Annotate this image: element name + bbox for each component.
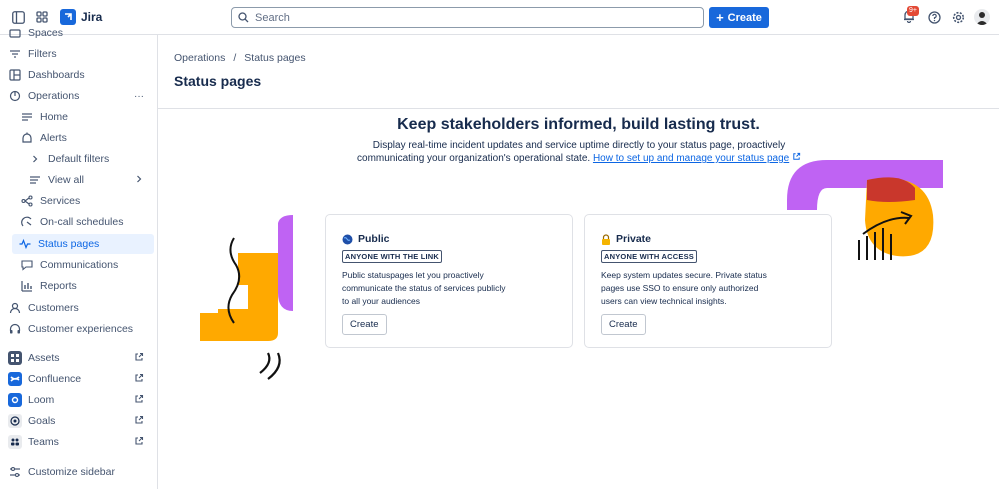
sidebar-item-assets[interactable]: Assets: [8, 348, 60, 368]
globe-icon: [342, 234, 353, 244]
search-input[interactable]: [255, 11, 675, 24]
headset-icon: [8, 322, 22, 336]
card-description: Public statuspages let you proactively c…: [342, 270, 506, 306]
sidebar-item-communications[interactable]: Communications: [20, 255, 118, 275]
sidebar-item-home[interactable]: Home: [20, 107, 68, 127]
breadcrumb: Operations / Status pages: [174, 52, 306, 64]
sidebar-item-loom[interactable]: Loom: [8, 390, 54, 410]
search-box[interactable]: [231, 7, 704, 28]
app-name: Jira: [81, 10, 103, 24]
list-icon: [28, 173, 42, 187]
hero-title: Keep stakeholders informed, build lastin…: [397, 116, 760, 133]
setup-help-link[interactable]: How to set up and manage your status pag…: [593, 153, 789, 164]
notification-badge: 9+: [907, 6, 919, 16]
services-icon: [20, 194, 34, 208]
jira-logo[interactable]: Jira: [60, 9, 102, 25]
public-status-page-card: Public ANYONE WITH THE LINK Public statu…: [325, 214, 573, 348]
more-options-icon[interactable]: ···: [134, 91, 144, 102]
external-link-icon[interactable]: [134, 394, 144, 404]
sidebar-item-filters[interactable]: Filters: [8, 44, 57, 64]
top-navigation-bar: Jira + Create 9+: [0, 0, 999, 35]
customize-icon: [8, 465, 22, 479]
create-public-page-button[interactable]: Create: [342, 314, 387, 335]
sidebar-item-teams[interactable]: Teams: [8, 432, 59, 452]
filter-icon: [8, 47, 22, 61]
goals-app-icon: [8, 414, 22, 428]
private-status-page-card: Private ANYONE WITH ACCESS Keep system u…: [584, 214, 832, 348]
sidebar-item-customer-experiences[interactable]: Customer experiences: [8, 319, 133, 339]
external-link-icon[interactable]: [134, 415, 144, 425]
dashboard-icon: [8, 68, 22, 82]
external-link-icon[interactable]: [134, 373, 144, 383]
sidebar-item-alerts[interactable]: Alerts: [20, 128, 67, 148]
sidebar-item-spaces[interactable]: Spaces: [8, 23, 63, 43]
loom-app-icon: [8, 393, 22, 407]
sidebar-item-operations[interactable]: Operations ···: [8, 86, 150, 106]
user-avatar[interactable]: [974, 9, 990, 25]
assets-app-icon: [8, 351, 22, 365]
sidebar-item-customize-sidebar[interactable]: Customize sidebar: [8, 462, 115, 482]
sidebar-item-goals[interactable]: Goals: [8, 411, 55, 431]
schedule-icon: [20, 215, 34, 229]
plus-icon: +: [716, 10, 724, 25]
sidebar-item-dashboards[interactable]: Dashboards: [8, 65, 85, 85]
spaces-icon: [8, 26, 22, 40]
sidebar-item-view-all[interactable]: View all: [28, 170, 150, 190]
visibility-tag: ANYONE WITH THE LINK: [342, 250, 442, 263]
home-icon: [20, 110, 34, 124]
create-private-page-button[interactable]: Create: [601, 314, 646, 335]
card-title: Public: [358, 233, 390, 245]
sidebar: Spaces Filters Dashboards Operations ···…: [0, 27, 158, 489]
search-icon: [238, 12, 249, 23]
lock-icon: [602, 233, 610, 245]
card-description: Keep system updates secure. Private stat…: [601, 270, 767, 306]
external-link-icon[interactable]: [134, 436, 144, 446]
alert-icon: [20, 131, 34, 145]
help-icon[interactable]: [926, 9, 942, 25]
status-pages-icon: [18, 237, 32, 251]
sidebar-item-default-filters[interactable]: Default filters: [28, 149, 109, 169]
header-divider: [158, 108, 999, 109]
confluence-app-icon: [8, 372, 22, 386]
sidebar-item-reports[interactable]: Reports: [20, 276, 77, 296]
reports-icon: [20, 279, 34, 293]
teams-app-icon: [8, 435, 22, 449]
sidebar-item-confluence[interactable]: Confluence: [8, 369, 81, 389]
sidebar-item-status-pages[interactable]: Status pages: [12, 234, 154, 254]
operations-icon: [8, 89, 22, 103]
customers-icon: [8, 301, 22, 315]
hero-subtitle: Display real-time incident updates and s…: [340, 139, 818, 165]
sidebar-item-services[interactable]: Services: [20, 191, 80, 211]
breadcrumb-separator: /: [233, 52, 237, 64]
external-link-icon[interactable]: [134, 352, 144, 362]
breadcrumb-status-pages[interactable]: Status pages: [244, 52, 305, 64]
communications-icon: [20, 258, 34, 272]
breadcrumb-operations[interactable]: Operations: [174, 52, 225, 64]
settings-gear-icon[interactable]: [950, 9, 966, 25]
visibility-tag: ANYONE WITH ACCESS: [601, 250, 697, 263]
sidebar-item-on-call-schedules[interactable]: On-call schedules: [20, 212, 123, 232]
create-button[interactable]: + Create: [709, 7, 769, 28]
left-illustration: [200, 215, 293, 380]
sidebar-item-customers[interactable]: Customers: [8, 298, 79, 318]
card-title: Private: [616, 233, 652, 245]
page-title: Status pages: [174, 73, 262, 89]
chevron-right-icon[interactable]: [134, 174, 144, 187]
chevron-right-icon: [28, 152, 42, 166]
